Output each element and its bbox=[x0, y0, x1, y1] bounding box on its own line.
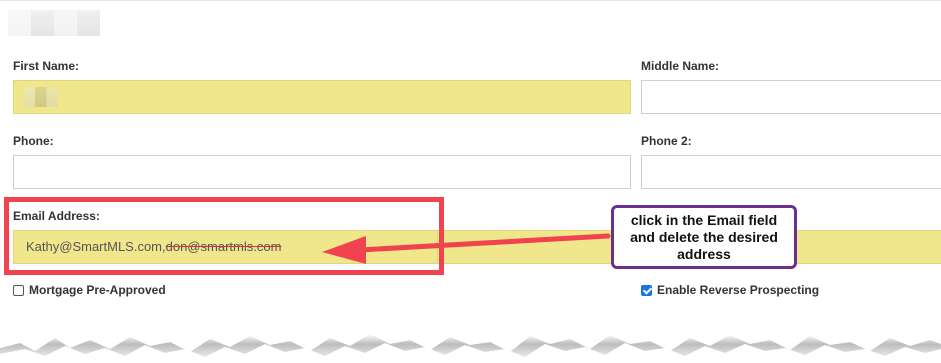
middle-name-field[interactable] bbox=[641, 80, 941, 114]
first-name-field[interactable] bbox=[13, 80, 631, 114]
reverse-prospecting-label: Enable Reverse Prospecting bbox=[657, 283, 820, 297]
first-name-label: First Name: bbox=[13, 59, 80, 73]
email-highlight-box bbox=[4, 197, 444, 275]
reverse-prospecting-checkbox[interactable] bbox=[641, 284, 652, 296]
phone2-label: Phone 2: bbox=[641, 134, 692, 148]
mortgage-preapproved-option[interactable]: Mortgage Pre-Approved bbox=[13, 283, 166, 297]
torn-page-edge bbox=[0, 334, 941, 363]
mortgage-preapproved-checkbox[interactable] bbox=[13, 284, 24, 296]
redacted-title bbox=[8, 10, 100, 36]
redacted-first-name bbox=[24, 87, 58, 107]
reverse-prospecting-option[interactable]: Enable Reverse Prospecting bbox=[641, 283, 819, 297]
top-divider bbox=[0, 0, 941, 1]
phone-field[interactable] bbox=[13, 155, 631, 189]
instruction-callout: click in the Email field and delete the … bbox=[611, 205, 797, 269]
phone-label: Phone: bbox=[13, 134, 54, 148]
phone2-field[interactable] bbox=[641, 155, 941, 189]
middle-name-label: Middle Name: bbox=[641, 59, 720, 73]
mortgage-preapproved-label: Mortgage Pre-Approved bbox=[29, 283, 166, 297]
